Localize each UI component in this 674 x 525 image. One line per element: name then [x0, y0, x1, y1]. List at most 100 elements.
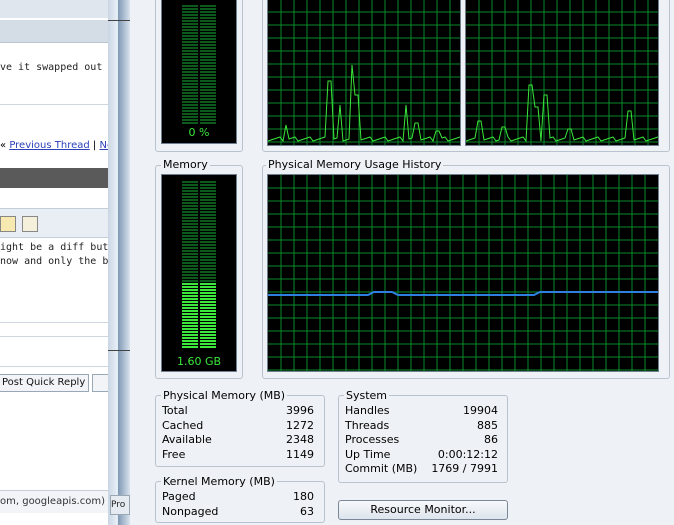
cpu-usage-meter: 0 % [161, 0, 237, 144]
meter-segment [182, 253, 198, 255]
stat-value: 885 [477, 419, 498, 432]
taskbar-fragment[interactable]: Pro [110, 495, 130, 515]
meter-segment [200, 286, 216, 288]
memory-meter: 1.60 GB [161, 174, 237, 372]
meter-segment [200, 98, 216, 100]
meter-segment [182, 5, 198, 7]
meter-segment [200, 38, 216, 40]
cpu-history-plot-2 [465, 0, 659, 145]
meter-segment [182, 181, 198, 183]
meter-segment [200, 250, 216, 252]
previous-thread-link[interactable]: Previous Thread [9, 140, 89, 151]
meter-segment [200, 289, 216, 291]
meter-segment [200, 5, 216, 7]
meter-segment [200, 277, 216, 279]
meter-segment [182, 202, 198, 204]
stat-key: Processes [345, 433, 400, 446]
meter-segment [182, 340, 198, 342]
meter-segment [200, 292, 216, 294]
stat-value: 1272 [286, 419, 314, 432]
meter-segment [200, 68, 216, 70]
quote-icon[interactable] [22, 216, 38, 232]
meter-segment [182, 71, 198, 73]
meter-segment [200, 328, 216, 330]
window-frame-border [118, 0, 130, 525]
meter-segment [182, 295, 198, 297]
post-quick-reply-button[interactable]: Post Quick Reply [0, 374, 90, 392]
meter-segment [182, 271, 198, 273]
meter-segment [182, 101, 198, 103]
meter-segment [200, 295, 216, 297]
meter-segment [182, 238, 198, 240]
meter-segment [182, 104, 198, 106]
meter-segment [182, 119, 198, 121]
meter-segment [200, 337, 216, 339]
meter-segment [200, 101, 216, 103]
meter-segment [182, 325, 198, 327]
kernel-memory-label: Kernel Memory (MB) [161, 475, 277, 488]
stat-row-commit: Commit (MB) 1769 / 7991 [345, 462, 498, 476]
meter-segment [200, 80, 216, 82]
meter-segment [200, 307, 216, 309]
meter-segment [200, 241, 216, 243]
meter-segment [182, 214, 198, 216]
meter-segment [182, 98, 198, 100]
meter-segment [200, 226, 216, 228]
meter-segment [200, 190, 216, 192]
meter-segment [182, 343, 198, 345]
nav-arrow: « [0, 140, 7, 151]
stat-value: 63 [300, 505, 314, 518]
meter-segment [182, 235, 198, 237]
meter-segment [200, 26, 216, 28]
meter-segment [182, 77, 198, 79]
cpu-usage-value: 0 % [188, 126, 210, 139]
meter-segment [200, 253, 216, 255]
meter-segment [200, 83, 216, 85]
stat-key: Free [162, 448, 186, 461]
meter-segment [200, 29, 216, 31]
meter-segment [182, 187, 198, 189]
meter-segment [182, 265, 198, 267]
meter-segment [182, 113, 198, 115]
meter-segment [200, 304, 216, 306]
meter-segment [182, 310, 198, 312]
meter-segment [200, 319, 216, 321]
stat-row-nonpaged: Nonpaged 63 [162, 505, 314, 519]
cpu-history-plot-1 [267, 0, 461, 145]
go-advanced-button[interactable] [92, 374, 108, 392]
meter-segment [182, 223, 198, 225]
meter-segment [182, 92, 198, 94]
insert-image-icon[interactable] [0, 216, 16, 232]
stat-row-cached: Cached 1272 [162, 419, 314, 433]
meter-segment [200, 340, 216, 342]
meter-segment [182, 193, 198, 195]
meter-segment [200, 17, 216, 19]
meter-segment [200, 181, 216, 183]
meter-segment [200, 196, 216, 198]
meter-segment [200, 214, 216, 216]
resource-monitor-button[interactable]: Resource Monitor... [338, 500, 508, 520]
meter-segment [182, 247, 198, 249]
stat-row-free: Free 1149 [162, 448, 314, 462]
meter-segment [182, 44, 198, 46]
meter-segment [200, 107, 216, 109]
meter-segment [182, 17, 198, 19]
stat-key: Nonpaged [162, 505, 219, 518]
meter-segment [200, 187, 216, 189]
meter-segment [182, 89, 198, 91]
cpu-history-graph-core-1 [267, 0, 461, 146]
meter-segment [182, 38, 198, 40]
meter-segment [182, 292, 198, 294]
stat-value: 3996 [286, 404, 314, 417]
meter-segment [200, 44, 216, 46]
stat-row-uptime: Up Time 0:00:12:12 [345, 448, 498, 462]
next-thread-link[interactable]: Ne [99, 140, 108, 151]
meter-segment [200, 113, 216, 115]
meter-segment [200, 32, 216, 34]
meter-segment [182, 304, 198, 306]
meter-segment [182, 208, 198, 210]
meter-segment [182, 110, 198, 112]
meter-segment [182, 256, 198, 258]
meter-segment [182, 50, 198, 52]
meter-segment [182, 334, 198, 336]
